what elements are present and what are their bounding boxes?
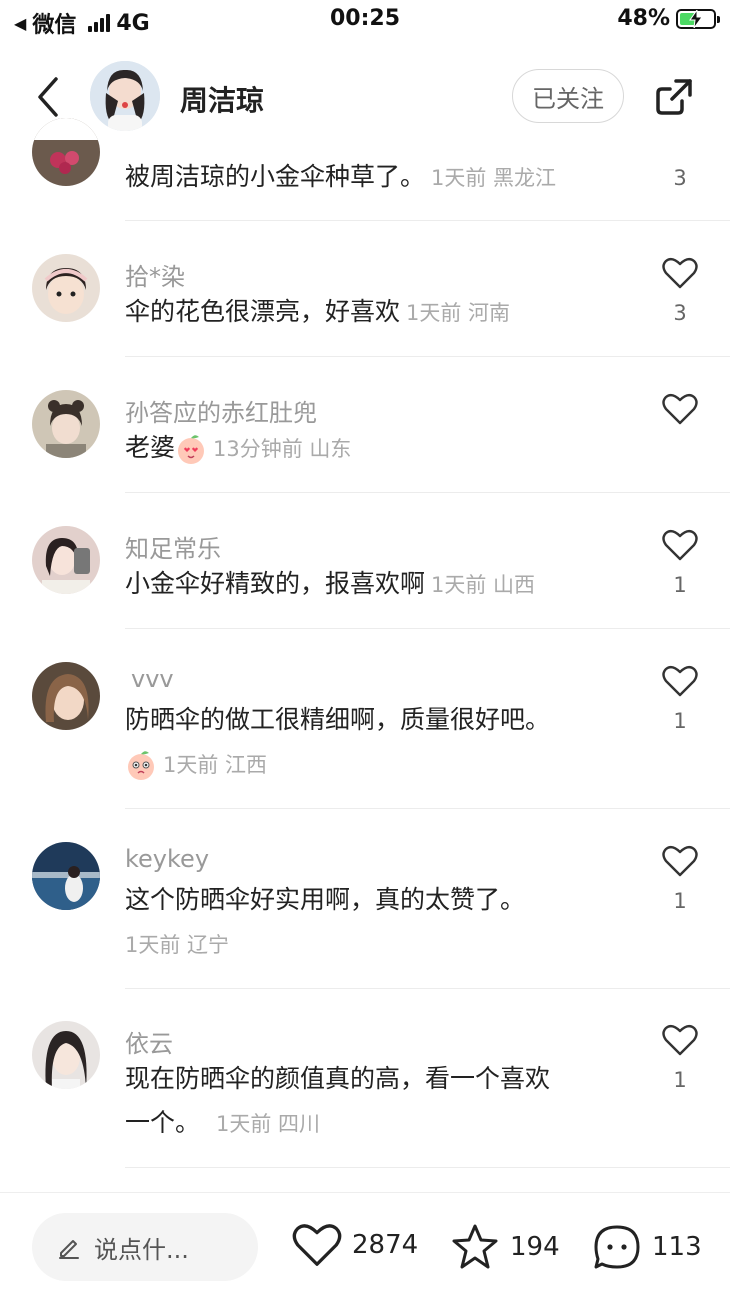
comment-text-line2: 一个。 1天前 四川 <box>125 1108 321 1137</box>
like-count: 1 <box>673 709 687 733</box>
like-action[interactable]: 2874 <box>292 1223 418 1267</box>
comment-total: 113 <box>652 1232 702 1262</box>
commenter-avatar[interactable] <box>32 118 100 186</box>
comment-text: 防晒伞的做工很精细啊，质量很好吧。 <box>125 705 551 734</box>
share-button[interactable] <box>652 75 696 119</box>
comment-text: 伞的花色很漂亮，好喜欢 1天前 河南 <box>125 297 511 326</box>
heart-icon <box>662 845 698 877</box>
divider <box>125 356 730 357</box>
share-icon <box>656 79 692 115</box>
comment-text: 小金伞好精致的，报喜欢啊 1天前 山西 <box>125 569 536 598</box>
comment-meta: 1天前 江西 <box>163 753 268 777</box>
peach-crying-icon <box>128 751 154 780</box>
commenter-name[interactable]: 孙答应的赤红肚兜 <box>125 393 317 428</box>
like-count: 1 <box>673 1068 687 1092</box>
like-total: 2874 <box>352 1230 419 1260</box>
pencil-icon <box>59 1240 79 1259</box>
comment-input-placeholder: 说点什... <box>94 1235 189 1264</box>
commenter-avatar[interactable] <box>32 842 100 910</box>
status-right: 48% <box>617 6 720 31</box>
favorite-total: 194 <box>510 1232 560 1262</box>
like-button[interactable] <box>660 529 700 565</box>
peach-heart-eyes-icon <box>178 435 205 464</box>
commenter-name[interactable]: vvv <box>125 665 174 693</box>
comment-text: 现在防晒伞的颜值真的高，看一个喜欢 <box>125 1064 551 1093</box>
commenter-name[interactable]: 拾*染 <box>125 257 185 292</box>
comment-meta-row: 1天前 江西 <box>125 743 267 786</box>
follow-button[interactable]: 已关注 <box>512 69 624 123</box>
heart-icon <box>292 1224 342 1266</box>
comment-meta: 1天前 黑龙江 <box>431 166 557 190</box>
commenter-name[interactable]: 依云 <box>125 1024 173 1059</box>
commenter-avatar[interactable] <box>32 526 100 594</box>
battery-icon <box>676 8 720 29</box>
comment-meta: 13分钟前 山东 <box>213 437 352 461</box>
like-count: 3 <box>673 166 687 190</box>
post-header: 周洁琼 已关注 <box>0 55 730 139</box>
status-bar: ◀ 微信 4G 00:25 48% <box>0 0 730 40</box>
commenter-avatar[interactable] <box>32 254 100 322</box>
like-count: 3 <box>673 301 687 325</box>
comment-bubble-icon <box>594 1225 640 1269</box>
divider <box>125 808 730 809</box>
heart-icon <box>662 1024 698 1056</box>
author-name[interactable]: 周洁琼 <box>180 79 264 119</box>
like-button[interactable] <box>660 257 700 293</box>
commenter-avatar[interactable] <box>32 390 100 458</box>
star-icon <box>452 1224 498 1269</box>
divider <box>125 220 730 221</box>
comment-meta: 1天前 河南 <box>406 301 511 325</box>
like-count: 1 <box>673 573 687 597</box>
like-button[interactable] <box>660 393 700 429</box>
like-button[interactable] <box>660 845 700 881</box>
favorite-action[interactable]: 194 <box>450 1223 560 1271</box>
battery-percent: 48% <box>617 6 670 31</box>
commenter-avatar[interactable] <box>32 662 100 730</box>
comment-meta: 1天前 辽宁 <box>125 933 230 957</box>
heart-icon <box>662 665 698 697</box>
comment-text: 老婆 13分钟前 山东 <box>125 427 351 470</box>
comment-text: 被周洁琼的小金伞种草了。 1天前 黑龙江 <box>125 162 557 191</box>
comment-text: 这个防晒伞好实用啊，真的太赞了。 <box>125 885 526 914</box>
comment-action[interactable]: 113 <box>592 1223 702 1271</box>
divider <box>125 628 730 629</box>
like-button[interactable] <box>660 665 700 701</box>
heart-icon <box>662 529 698 561</box>
chevron-left-icon <box>38 77 58 117</box>
author-avatar[interactable] <box>90 61 160 131</box>
divider <box>125 988 730 989</box>
like-button[interactable] <box>660 1024 700 1060</box>
heart-icon <box>662 257 698 289</box>
like-count: 1 <box>673 889 687 913</box>
commenter-name[interactable]: 知足常乐 <box>125 529 221 564</box>
divider <box>125 492 730 493</box>
heart-icon <box>662 393 698 425</box>
divider <box>125 1167 730 1168</box>
bottom-action-bar: 说点什... 2874 194 113 <box>0 1192 730 1298</box>
commenter-name[interactable]: keykey <box>125 845 209 873</box>
commenter-avatar[interactable] <box>32 1021 100 1089</box>
comment-meta: 1天前 山西 <box>431 573 536 597</box>
back-button[interactable] <box>28 75 68 119</box>
comment-meta-row: 1天前 辽宁 <box>125 923 229 966</box>
comment-meta: 1天前 四川 <box>216 1112 321 1136</box>
comment-input[interactable]: 说点什... <box>32 1213 258 1281</box>
